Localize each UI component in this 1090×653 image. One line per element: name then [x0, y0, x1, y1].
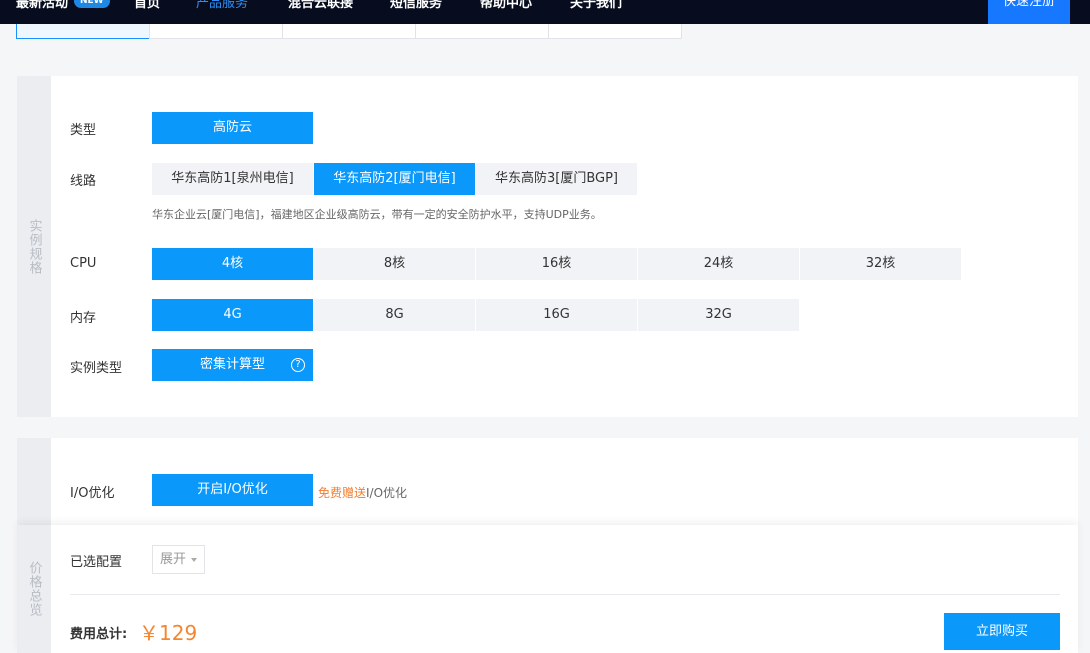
type-option-high-defense[interactable]: 高防云	[152, 112, 313, 144]
expand-button[interactable]: 展开	[152, 545, 205, 574]
question-circle-icon[interactable]: ?	[291, 358, 305, 372]
tab-strip	[16, 24, 682, 39]
nav-item-home[interactable]: 首页	[134, 0, 160, 11]
line-option-2[interactable]: 华东高防2[厦门电信]	[314, 163, 475, 195]
nav-item-help[interactable]: 帮助中心	[480, 0, 532, 11]
tab-cell[interactable]	[415, 24, 549, 39]
cpu-option-24[interactable]: 24核	[638, 248, 799, 280]
nav-item-cloud-connect[interactable]: 混合云联接	[288, 0, 353, 11]
new-badge: NEW	[74, 0, 110, 8]
tab-cell[interactable]	[149, 24, 283, 39]
cpu-option-32[interactable]: 32核	[800, 248, 961, 280]
line-option-1[interactable]: 华东高防1[泉州电信]	[152, 163, 313, 195]
nav-item-about[interactable]: 关于我们	[570, 0, 622, 11]
cpu-option-4[interactable]: 4核	[152, 248, 313, 280]
cpu-option-8[interactable]: 8核	[314, 248, 475, 280]
divider	[70, 594, 1060, 595]
total-label: 费用总计:	[70, 627, 128, 642]
cpu-option-16[interactable]: 16核	[476, 248, 637, 280]
line-label: 线路	[70, 174, 97, 189]
selected-config-label: 已选配置	[70, 555, 123, 570]
caret-down-icon	[191, 558, 197, 562]
io-free-tag: 免费赠送I/O优化	[318, 484, 407, 501]
instance-type-label: 实例类型	[70, 361, 123, 376]
memory-option-8g[interactable]: 8G	[314, 299, 475, 331]
price-side-label-text: 价格总览	[26, 561, 42, 617]
line-hint: 华东企业云[厦门电信]，福建地区企业级高防云，带有一定的安全防护水平，支持UDP…	[152, 208, 602, 221]
top-nav: 最新活动 NEW 首页 产品服务 混合云联接 短信服务 帮助中心 关于我们 快速…	[0, 0, 1090, 24]
price-panel: 价格总览 已选配置 展开 费用总计: ￥129 立即购买	[17, 525, 1078, 653]
memory-option-4g[interactable]: 4G	[152, 299, 313, 331]
price-side-label: 价格总览	[17, 525, 51, 653]
register-button[interactable]: 快速注册	[988, 0, 1070, 24]
instance-type-option-compute[interactable]: 密集计算型 ?	[152, 349, 313, 381]
spec-side-label: 实例规格	[17, 76, 51, 417]
cpu-label: CPU	[70, 256, 97, 271]
nav-item-activities[interactable]: 最新活动	[16, 0, 68, 11]
tab-cell[interactable]	[16, 24, 150, 39]
spec-side-label-text: 实例规格	[26, 218, 42, 275]
instance-type-option-text: 密集计算型	[199, 357, 265, 372]
buy-now-button[interactable]: 立即购买	[944, 613, 1060, 650]
line-option-3[interactable]: 华东高防3[厦门BGP]	[476, 163, 637, 195]
io-label: I/O优化	[70, 486, 115, 501]
type-label: 类型	[70, 123, 97, 138]
total-value: ￥129	[139, 621, 198, 645]
memory-label: 内存	[70, 311, 97, 326]
io-free-prefix: 免费赠送	[318, 486, 367, 500]
expand-button-label: 展开	[160, 552, 187, 567]
tab-cell[interactable]	[282, 24, 416, 39]
io-option-enable[interactable]: 开启I/O优化	[152, 474, 313, 506]
nav-item-sms[interactable]: 短信服务	[390, 0, 442, 11]
memory-option-16g[interactable]: 16G	[476, 299, 637, 331]
tab-cell[interactable]	[548, 24, 682, 39]
nav-item-products[interactable]: 产品服务	[196, 0, 248, 11]
io-free-suffix: I/O优化	[366, 486, 408, 500]
memory-option-32g[interactable]: 32G	[638, 299, 799, 331]
